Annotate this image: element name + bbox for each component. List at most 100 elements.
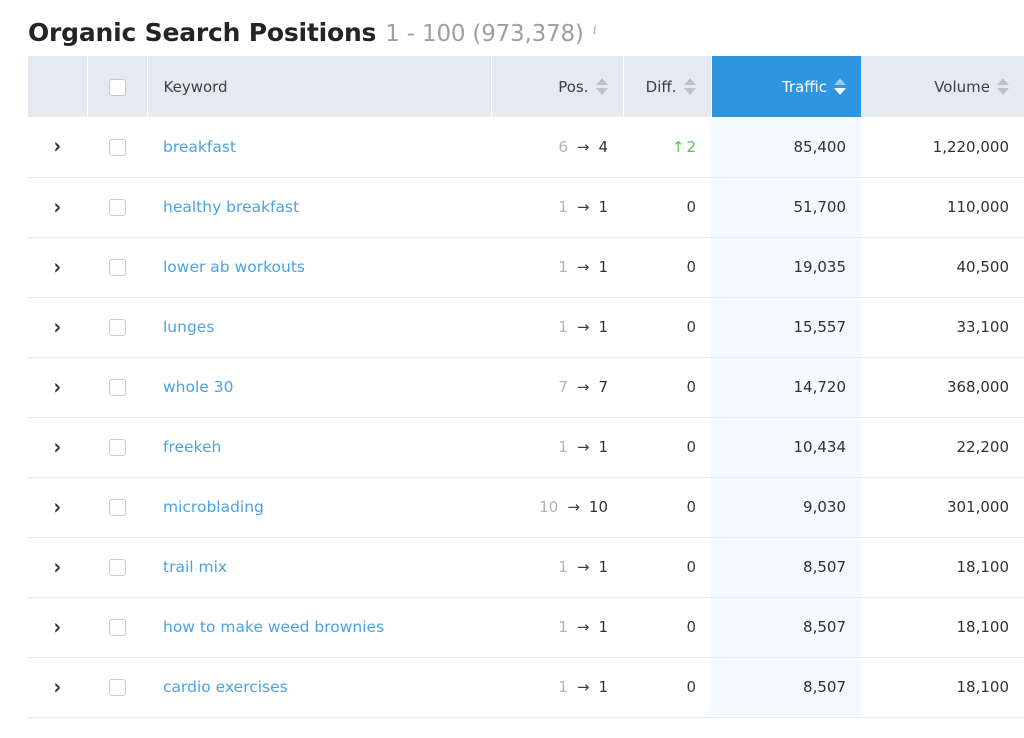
row-select-cell[interactable] bbox=[87, 657, 147, 717]
table-body: ›breakfast6→4↑285,4001,220,000›healthy b… bbox=[28, 117, 1024, 717]
keyword-link[interactable]: freekeh bbox=[163, 438, 221, 456]
keyword-cell: microblading bbox=[147, 477, 491, 537]
position-arrow-icon: → bbox=[577, 138, 590, 156]
keyword-link[interactable]: lunges bbox=[163, 318, 214, 336]
position-arrow-icon: → bbox=[567, 498, 580, 516]
expand-row-cell[interactable]: › bbox=[28, 117, 87, 177]
row-select-cell[interactable] bbox=[87, 117, 147, 177]
sort-arrows-icon[interactable] bbox=[596, 78, 608, 95]
table-row[interactable]: ›healthy breakfast1→1051,700110,000 bbox=[28, 177, 1024, 237]
column-header-traffic-label: Traffic bbox=[782, 78, 827, 96]
expand-row-cell[interactable]: › bbox=[28, 597, 87, 657]
select-all-checkbox[interactable] bbox=[109, 79, 126, 96]
keyword-link[interactable]: breakfast bbox=[163, 138, 236, 156]
position-cell: 1→1 bbox=[491, 417, 623, 477]
keyword-link[interactable]: microblading bbox=[163, 498, 264, 516]
column-header-volume[interactable]: Volume bbox=[861, 56, 1024, 117]
table-row[interactable]: ›lower ab workouts1→1019,03540,500 bbox=[28, 237, 1024, 297]
row-select-cell[interactable] bbox=[87, 237, 147, 297]
table-row[interactable]: ›lunges1→1015,55733,100 bbox=[28, 297, 1024, 357]
difference-cell: 0 bbox=[623, 297, 711, 357]
row-checkbox[interactable] bbox=[109, 379, 126, 396]
traffic-cell: 9,030 bbox=[711, 477, 861, 537]
expand-row-cell[interactable]: › bbox=[28, 237, 87, 297]
table-row[interactable]: ›how to make weed brownies1→108,50718,10… bbox=[28, 597, 1024, 657]
row-checkbox[interactable] bbox=[109, 139, 126, 156]
sort-arrows-icon[interactable] bbox=[684, 78, 696, 95]
keyword-link[interactable]: lower ab workouts bbox=[163, 258, 305, 276]
row-select-cell[interactable] bbox=[87, 477, 147, 537]
chevron-right-icon[interactable]: › bbox=[54, 197, 61, 218]
keyword-link[interactable]: healthy breakfast bbox=[163, 198, 299, 216]
row-select-cell[interactable] bbox=[87, 537, 147, 597]
row-select-cell[interactable] bbox=[87, 357, 147, 417]
volume-value: 33,100 bbox=[957, 318, 1010, 336]
table-row[interactable]: ›cardio exercises1→108,50718,100 bbox=[28, 657, 1024, 717]
position-current: 1 bbox=[598, 198, 608, 216]
keyword-cell: how to make weed brownies bbox=[147, 597, 491, 657]
row-checkbox[interactable] bbox=[109, 619, 126, 636]
row-select-cell[interactable] bbox=[87, 297, 147, 357]
column-header-traffic[interactable]: Traffic bbox=[711, 56, 861, 117]
table-row[interactable]: ›freekeh1→1010,43422,200 bbox=[28, 417, 1024, 477]
expand-row-cell[interactable]: › bbox=[28, 177, 87, 237]
chevron-right-icon[interactable]: › bbox=[54, 617, 61, 638]
expand-row-cell[interactable]: › bbox=[28, 477, 87, 537]
traffic-cell: 8,507 bbox=[711, 657, 861, 717]
expand-row-cell[interactable]: › bbox=[28, 297, 87, 357]
expand-row-cell[interactable]: › bbox=[28, 417, 87, 477]
chevron-right-icon[interactable]: › bbox=[54, 257, 61, 278]
row-select-cell[interactable] bbox=[87, 177, 147, 237]
chevron-right-icon[interactable]: › bbox=[54, 317, 61, 338]
table-row[interactable]: ›trail mix1→108,50718,100 bbox=[28, 537, 1024, 597]
position-cell: 1→1 bbox=[491, 537, 623, 597]
chevron-right-icon[interactable]: › bbox=[54, 136, 61, 157]
table-row[interactable]: ›breakfast6→4↑285,4001,220,000 bbox=[28, 117, 1024, 177]
sort-arrows-icon[interactable] bbox=[997, 78, 1009, 95]
row-checkbox[interactable] bbox=[109, 559, 126, 576]
keyword-link[interactable]: cardio exercises bbox=[163, 678, 288, 696]
row-checkbox[interactable] bbox=[109, 319, 126, 336]
row-checkbox[interactable] bbox=[109, 259, 126, 276]
position-previous: 1 bbox=[558, 318, 568, 336]
table-row[interactable]: ›microblading10→1009,030301,000 bbox=[28, 477, 1024, 537]
position-arrow-icon: → bbox=[577, 378, 590, 396]
expand-row-cell[interactable]: › bbox=[28, 357, 87, 417]
traffic-cell: 19,035 bbox=[711, 237, 861, 297]
column-header-diff-label: Diff. bbox=[646, 78, 677, 96]
keyword-link[interactable]: how to make weed brownies bbox=[163, 618, 384, 636]
difference-value: 0 bbox=[686, 678, 696, 696]
chevron-right-icon[interactable]: › bbox=[54, 437, 61, 458]
table-header: Keyword Pos. Diff. bbox=[28, 56, 1024, 117]
column-header-pos-label: Pos. bbox=[558, 78, 588, 96]
column-header-diff[interactable]: Diff. bbox=[623, 56, 711, 117]
table-row[interactable]: ›whole 307→7014,720368,000 bbox=[28, 357, 1024, 417]
column-header-select-all[interactable] bbox=[87, 56, 147, 117]
chevron-right-icon[interactable]: › bbox=[54, 557, 61, 578]
difference-cell: 0 bbox=[623, 177, 711, 237]
sort-arrows-descending-icon[interactable] bbox=[834, 78, 846, 95]
row-select-cell[interactable] bbox=[87, 597, 147, 657]
position-arrow-icon: → bbox=[577, 198, 590, 216]
expand-row-cell[interactable]: › bbox=[28, 537, 87, 597]
traffic-value: 9,030 bbox=[803, 498, 846, 516]
chevron-right-icon[interactable]: › bbox=[54, 377, 61, 398]
chevron-right-icon[interactable]: › bbox=[54, 677, 61, 698]
difference-cell: 0 bbox=[623, 237, 711, 297]
keyword-link[interactable]: trail mix bbox=[163, 558, 227, 576]
chevron-right-icon[interactable]: › bbox=[54, 497, 61, 518]
column-header-pos[interactable]: Pos. bbox=[491, 56, 623, 117]
volume-cell: 1,220,000 bbox=[861, 117, 1024, 177]
info-icon[interactable]: i bbox=[593, 23, 597, 38]
page-title: Organic Search Positions bbox=[28, 18, 376, 47]
keyword-link[interactable]: whole 30 bbox=[163, 378, 233, 396]
traffic-cell: 8,507 bbox=[711, 537, 861, 597]
row-checkbox[interactable] bbox=[109, 679, 126, 696]
row-checkbox[interactable] bbox=[109, 439, 126, 456]
row-checkbox[interactable] bbox=[109, 199, 126, 216]
row-select-cell[interactable] bbox=[87, 417, 147, 477]
column-header-keyword[interactable]: Keyword bbox=[147, 56, 491, 117]
expand-row-cell[interactable]: › bbox=[28, 657, 87, 717]
row-checkbox[interactable] bbox=[109, 499, 126, 516]
volume-value: 301,000 bbox=[947, 498, 1009, 516]
